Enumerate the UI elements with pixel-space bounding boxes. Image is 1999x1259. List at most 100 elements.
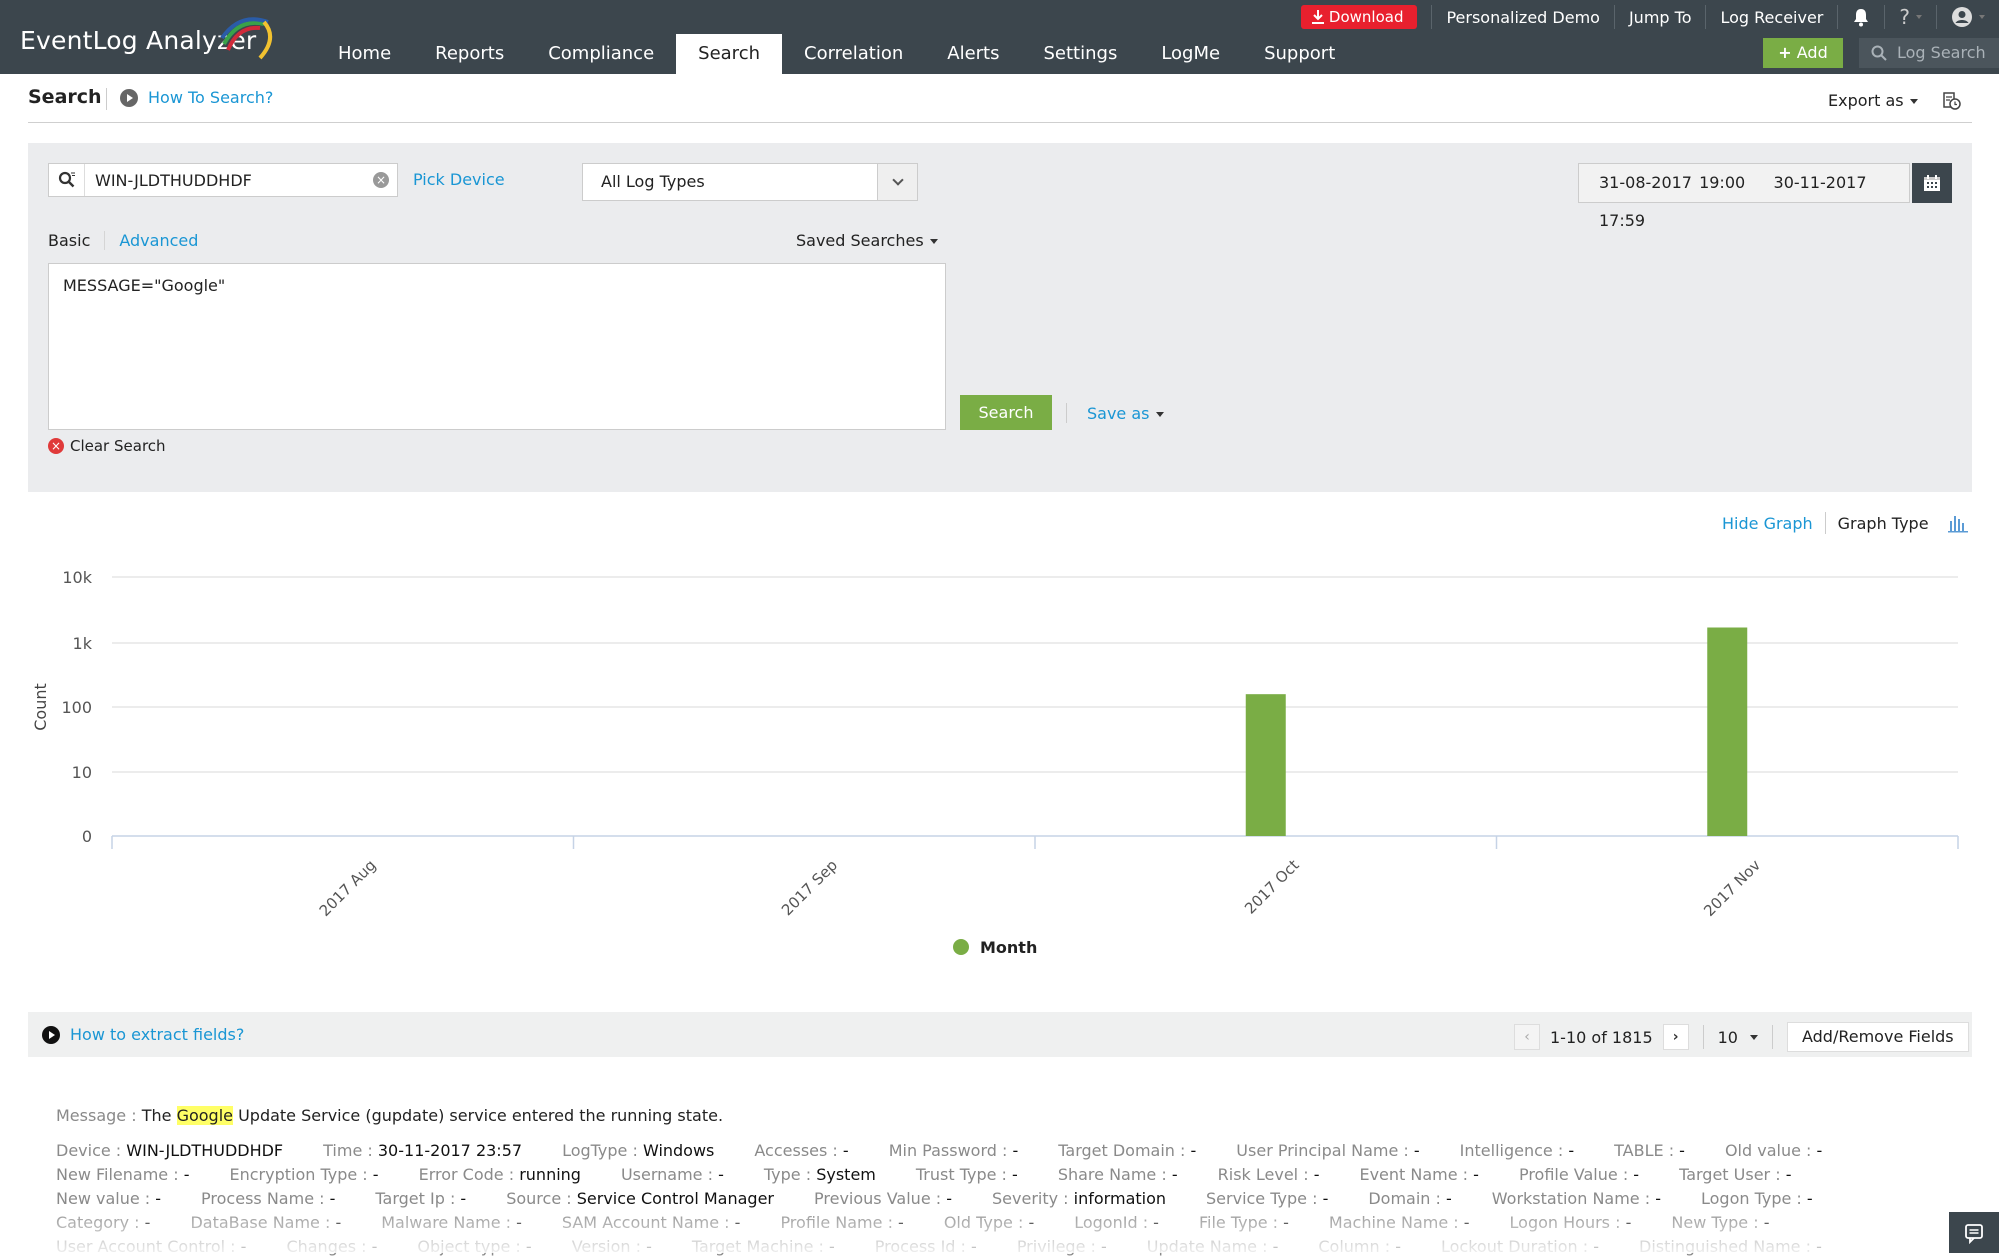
field-label: Previous Value : [814,1189,942,1208]
log-search-input[interactable]: Log Search [1859,38,1999,68]
log-type-dropdown-button[interactable] [877,164,917,200]
jump-to-link[interactable]: Jump To [1629,8,1692,27]
calendar-icon [1924,175,1940,191]
log-search-placeholder: Log Search [1897,43,1986,62]
download-button[interactable]: Download [1300,5,1418,29]
device-search-field[interactable]: WIN-JLDTHUDDHDF × [48,163,398,197]
field-value: - [842,1141,849,1160]
tab-basic[interactable]: Basic [48,231,104,250]
record-field: SAM Account Name : - [562,1211,741,1235]
add-button[interactable]: + Add [1763,38,1843,68]
record-field: Severity : information [992,1187,1166,1211]
nav-logme[interactable]: LogMe [1139,34,1242,74]
saved-searches-dropdown[interactable]: Saved Searches [796,231,938,250]
message-highlight: Google [176,1106,233,1125]
logo-arc-icon [220,17,272,60]
divider [1613,5,1615,29]
record-field: User Account Control : - [56,1235,246,1259]
nav-settings[interactable]: Settings [1022,34,1140,74]
record-field: Target Machine : - [692,1235,835,1259]
nav-alerts[interactable]: Alerts [925,34,1021,74]
clear-device-icon[interactable]: × [373,172,389,188]
nav-correlation[interactable]: Correlation [782,34,925,74]
field-row: Category : - DataBase Name : - Malware Nam… [56,1211,1956,1235]
divider [1066,403,1067,423]
play-icon [120,88,138,107]
bar-chart-icon[interactable] [1947,513,1971,533]
search-button[interactable]: Search [960,395,1052,430]
personalized-demo-link[interactable]: Personalized Demo [1446,8,1599,27]
export-as-dropdown[interactable]: Export as [1828,91,1918,110]
field-label: Machine Name : [1328,1213,1459,1232]
record-field: Accesses : - [754,1139,848,1163]
field-value: - [144,1213,151,1232]
field-value: - [1413,1141,1420,1160]
field-label: Logon Hours : [1509,1213,1621,1232]
record-field: Logon Hours : - [1510,1211,1632,1235]
how-to-extract-fields-link[interactable]: How to extract fields? [42,1025,244,1044]
field-label: Lockout Duration : [1440,1237,1589,1256]
save-as-dropdown[interactable]: Save as [1087,404,1164,423]
record-field: Target User : - [1679,1163,1791,1187]
nav-compliance[interactable]: Compliance [526,34,676,74]
field-value: - [1806,1189,1813,1208]
divider [1705,5,1707,29]
field-label: User Principal Name : [1236,1141,1409,1160]
next-page-button[interactable]: › [1662,1024,1689,1050]
chevron-down-icon [1979,15,1985,19]
graph-type-label[interactable]: Graph Type [1838,514,1929,533]
field-label: Changes : [286,1237,367,1256]
field-row: Device : WIN-JLDTHUDDHDF Time : 30-11-201… [56,1139,1956,1163]
add-remove-fields-button[interactable]: Add/Remove Fields [1786,1022,1969,1052]
log-receiver-link[interactable]: Log Receiver [1720,8,1823,27]
field-label: Target Domain : [1058,1141,1186,1160]
field-value: - [1272,1237,1279,1256]
message-label: Message : [56,1106,137,1125]
record-field: Risk Level : - [1218,1163,1320,1187]
field-label: Type : [763,1165,812,1184]
nav-support[interactable]: Support [1242,34,1357,74]
bell-icon[interactable] [1852,7,1870,27]
schedule-report-icon[interactable] [1942,91,1962,111]
field-label: Target User : [1679,1165,1781,1184]
divider [1884,5,1886,29]
y-tick-label: 1k [73,634,93,653]
field-label: Privilege : [1016,1237,1096,1256]
field-label: Error Code : [418,1165,515,1184]
date-range-field[interactable]: 31-08-2017 19:00 30-11-2017 17:59 [1578,163,1910,230]
record-field: Malware Name : - [381,1211,522,1235]
per-page-select[interactable]: 10 [1718,1028,1758,1047]
record-field: Version : - [572,1235,652,1259]
field-value: - [1816,1141,1823,1160]
calendar-button[interactable] [1912,163,1952,203]
record-fields: Device : WIN-JLDTHUDDHDF Time : 30-11-201… [56,1139,1956,1259]
nav-reports[interactable]: Reports [413,34,526,74]
hide-graph-link[interactable]: Hide Graph [1722,514,1813,533]
query-textarea[interactable]: MESSAGE="Google" [48,263,946,430]
tab-advanced[interactable]: Advanced [104,231,212,250]
field-label: Object type : [417,1237,521,1256]
field-value: - [1283,1213,1289,1232]
field-value: - [1593,1237,1600,1256]
field-value: - [1655,1189,1661,1208]
pagination: ‹ 1-10 of 1815 › 10 Add/Remove Fields [1514,1022,1969,1052]
pick-device-link[interactable]: Pick Device [413,170,505,189]
log-type-select[interactable]: All Log Types [582,163,918,201]
prev-page-button[interactable]: ‹ [1514,1024,1540,1050]
nav-search[interactable]: Search [676,34,782,74]
field-label: Version : [571,1237,641,1256]
search-icon [1871,45,1887,61]
chat-button[interactable] [1949,1212,1999,1253]
field-label: Workstation Name : [1491,1189,1651,1208]
field-label: Malware Name : [381,1213,512,1232]
record-field: Trust Type : - [916,1163,1018,1187]
help-menu[interactable]: ? [1899,5,1922,29]
how-to-search-link[interactable]: How To Search? [120,88,273,107]
clear-search-button[interactable]: × Clear Search [48,437,166,455]
graph-controls: Hide Graph Graph Type [1722,512,1971,534]
log-record[interactable]: Message : The Google Update Service (gup… [56,1106,1956,1259]
field-label: New Filename : [56,1165,179,1184]
nav-home[interactable]: Home [316,34,413,74]
field-value: - [1816,1237,1822,1256]
user-menu[interactable] [1951,6,1985,28]
